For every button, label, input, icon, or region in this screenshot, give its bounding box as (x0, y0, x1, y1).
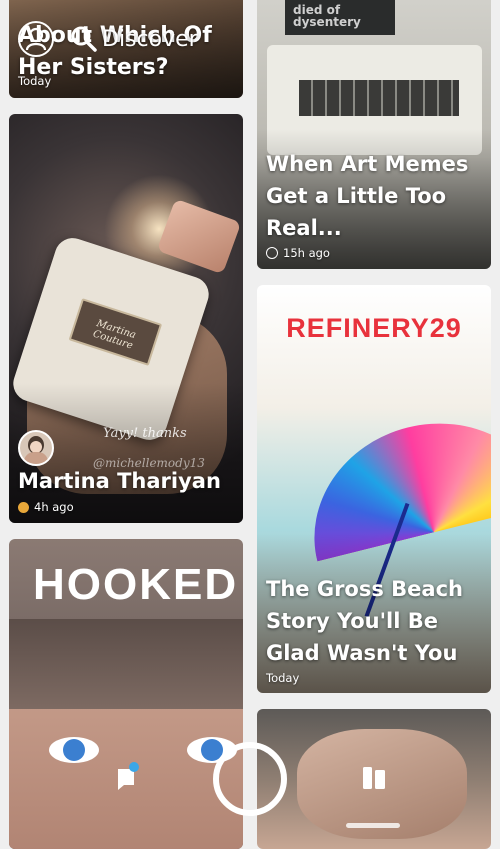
bottle-label: Martina Couture (68, 298, 163, 366)
story-card-beach[interactable]: REFINERY29 The Gross Beach Story You'll … (257, 285, 491, 693)
story-card-martina[interactable]: Martina Couture Yayy! thanks @michellemo… (9, 114, 243, 523)
lion-icon (18, 501, 29, 513)
globe-icon (266, 247, 278, 259)
sign-image: died of dysentery (285, 0, 395, 35)
story-meta: 15h ago (266, 246, 330, 260)
profile-icon (25, 27, 47, 51)
bottle-label-text: Martina Couture (91, 318, 138, 352)
notification-dot (129, 762, 139, 772)
bottom-nav (0, 723, 500, 833)
capture-button[interactable] (213, 742, 287, 816)
umbrella-image (274, 329, 491, 562)
search-icon[interactable] (70, 25, 98, 53)
story-meta: Today (18, 74, 52, 88)
stories-button[interactable] (360, 764, 388, 792)
snap-caption: Yayy! thanks (103, 426, 187, 441)
story-title: The Gross Beach Story You'll Be Glad Was… (266, 577, 463, 665)
hair (9, 619, 243, 709)
story-card-art-memes[interactable]: died of dysentery When Art Memes Get a L… (257, 0, 491, 269)
home-indicator (346, 823, 400, 828)
publisher-logo: REFINERY29 (286, 313, 462, 343)
story-title: Martina Thariyan (18, 469, 221, 493)
avatar[interactable] (18, 430, 54, 466)
stories-icon (363, 767, 385, 789)
hooked-logo: HOOKED (33, 560, 239, 609)
story-title: When Art Memes Get a Little Too Real... (266, 152, 469, 240)
story-meta: 4h ago (18, 500, 74, 514)
sign-text: died of dysentery (293, 3, 361, 29)
page-title: Discover (102, 26, 198, 52)
chat-button[interactable] (114, 761, 142, 793)
profile-button[interactable] (18, 21, 54, 57)
story-time: 4h ago (34, 500, 74, 514)
story-time: 15h ago (283, 246, 330, 260)
header: Discover (18, 20, 198, 58)
story-meta: Today (266, 671, 300, 685)
chat-icon (117, 762, 139, 790)
